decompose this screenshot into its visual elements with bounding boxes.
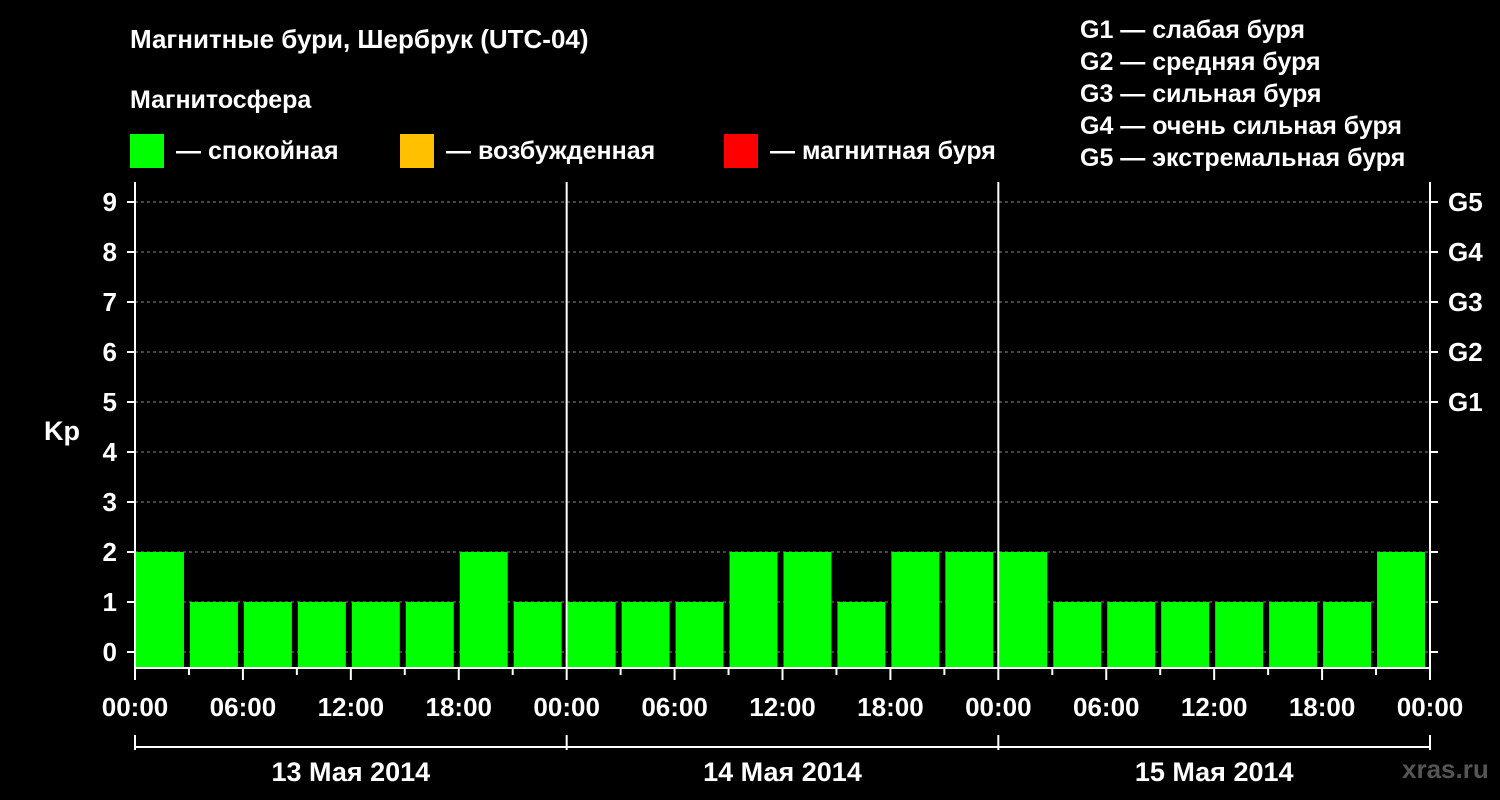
kp-bar — [297, 602, 346, 668]
kp-bar — [405, 602, 454, 668]
kp-bar — [513, 602, 562, 668]
x-tick-label: 12:00 — [1181, 692, 1248, 722]
y-tick-label: 3 — [103, 487, 117, 517]
kp-bar — [729, 552, 778, 668]
kp-bar — [351, 602, 400, 668]
kp-bar — [1323, 602, 1372, 668]
kp-bar — [136, 552, 184, 668]
g-scale-label: G2 — [1448, 337, 1483, 367]
kp-bar — [567, 602, 616, 668]
kp-bar — [1377, 552, 1425, 668]
y-tick-label: 2 — [103, 537, 117, 567]
day-label: 15 Мая 2014 — [1135, 757, 1294, 787]
g-scale-label: G3 — [1448, 287, 1483, 317]
g-scale-label: G1 — [1448, 387, 1483, 417]
y-tick-label: 5 — [103, 387, 117, 417]
x-tick-label: 12:00 — [318, 692, 385, 722]
kp-bar — [945, 552, 994, 668]
kp-bar — [1053, 602, 1102, 668]
y-tick-label: 7 — [103, 287, 117, 317]
g-scale-label: G4 — [1448, 237, 1483, 267]
x-tick-label: 12:00 — [749, 692, 816, 722]
y-tick-label: 9 — [103, 187, 117, 217]
x-tick-label: 00:00 — [533, 692, 600, 722]
kp-bar — [783, 552, 832, 668]
kp-bar — [189, 602, 238, 668]
y-axis-label: Kp — [44, 416, 80, 446]
kp-bar — [837, 602, 886, 668]
kp-bar — [243, 602, 292, 668]
x-tick-label: 18:00 — [857, 692, 924, 722]
x-tick-label: 00:00 — [1397, 692, 1464, 722]
x-tick-label: 18:00 — [1289, 692, 1356, 722]
kp-bar — [675, 602, 724, 668]
kp-chart: Kp 0 1 2 3 4 5 6 7 8 9 G1 G2 G3 G4 G5 00:00 06:00 12:00 18… — [44, 182, 1483, 787]
y-tick-label: 6 — [103, 337, 117, 367]
kp-bar — [459, 552, 508, 668]
kp-bar — [1269, 602, 1318, 668]
day-label: 13 Мая 2014 — [271, 757, 430, 787]
kp-bar — [999, 552, 1048, 668]
x-tick-label: 06:00 — [641, 692, 708, 722]
y-tick-label: 8 — [103, 237, 117, 267]
x-tick-label: 18:00 — [426, 692, 493, 722]
x-tick-label: 00:00 — [965, 692, 1032, 722]
day-label: 14 Мая 2014 — [703, 757, 862, 787]
kp-bar — [1215, 602, 1264, 668]
y-tick-label: 0 — [103, 637, 117, 667]
watermark: xras.ru — [1402, 754, 1489, 784]
kp-bar — [891, 552, 940, 668]
x-tick-label: 06:00 — [1073, 692, 1140, 722]
y-tick-label: 1 — [103, 587, 117, 617]
x-tick-label: 00:00 — [102, 692, 169, 722]
kp-bar — [1161, 602, 1210, 668]
x-tick-label: 06:00 — [210, 692, 277, 722]
g-scale-label: G5 — [1448, 187, 1483, 217]
y-tick-label: 4 — [103, 437, 118, 467]
kp-bar — [1107, 602, 1156, 668]
kp-bar — [621, 602, 670, 668]
